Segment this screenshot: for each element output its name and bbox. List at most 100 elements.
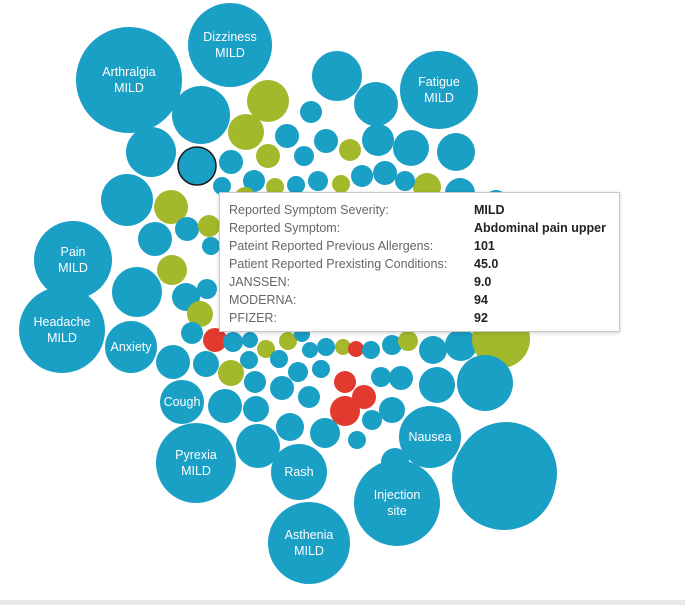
bubble-label: Pain <box>60 245 85 259</box>
bubble[interactable] <box>198 215 220 237</box>
bubble[interactable] <box>351 165 373 187</box>
bubble[interactable] <box>270 350 288 368</box>
bubble[interactable] <box>218 360 244 386</box>
bubble[interactable] <box>193 351 219 377</box>
bubble[interactable] <box>101 174 153 226</box>
bubble[interactable] <box>362 410 382 430</box>
bubble[interactable] <box>362 341 380 359</box>
bubble[interactable] <box>208 389 242 423</box>
bubble[interactable] <box>362 124 394 156</box>
bubble-label: site <box>387 504 407 518</box>
bubble-headache[interactable] <box>19 287 105 373</box>
bubble[interactable] <box>243 396 269 422</box>
bubble-label: MILD <box>215 46 245 60</box>
tooltip-value: 92 <box>474 311 488 325</box>
bottom-scrollbar-track <box>0 600 685 605</box>
bubble[interactable] <box>312 360 330 378</box>
bubble[interactable] <box>240 351 258 369</box>
bubble-label: Dizziness <box>203 30 257 44</box>
tooltip-row-janssen: JANSSEN: 9.0 <box>229 273 619 291</box>
symptom-tooltip: Reported Symptom Severity: MILD Reported… <box>219 192 620 332</box>
bubble[interactable] <box>379 397 405 423</box>
bubble[interactable] <box>276 413 304 441</box>
tooltip-row-allergens: Pateint Reported Previous Allergens: 101 <box>229 237 619 255</box>
bubble[interactable] <box>455 422 557 524</box>
bubble[interactable] <box>242 332 258 348</box>
bubble[interactable] <box>181 322 203 344</box>
bubble[interactable] <box>393 130 429 166</box>
bubble[interactable] <box>348 341 364 357</box>
bubble[interactable] <box>197 279 217 299</box>
bubble[interactable] <box>223 332 243 352</box>
bubble-label: MILD <box>294 544 324 558</box>
bubble[interactable] <box>312 51 362 101</box>
bubble-fatigue[interactable] <box>400 51 478 129</box>
bubble[interactable] <box>371 367 391 387</box>
bubble[interactable] <box>172 86 230 144</box>
bubble-label: Rash <box>284 465 313 479</box>
bubble[interactable] <box>202 237 220 255</box>
tooltip-label: MODERNA: <box>229 293 297 307</box>
bubble[interactable] <box>288 362 308 382</box>
bubble-label: Fatigue <box>418 75 460 89</box>
bubble-pain[interactable] <box>34 221 112 299</box>
bubble-dizziness[interactable] <box>188 3 272 87</box>
bubble[interactable] <box>419 367 455 403</box>
bubble[interactable] <box>445 329 477 361</box>
tooltip-label: Patient Reported Prexisting Conditions: <box>229 257 448 271</box>
bubble-asthenia[interactable] <box>268 502 350 584</box>
bubble[interactable] <box>156 345 190 379</box>
bubble[interactable] <box>339 139 361 161</box>
bubble-pyrexia[interactable] <box>156 423 236 503</box>
bubble-label: Pyrexia <box>175 448 217 462</box>
bubble[interactable] <box>300 101 322 123</box>
bubble[interactable] <box>275 124 299 148</box>
tooltip-label: Pateint Reported Previous Allergens: <box>229 239 434 253</box>
bubble[interactable] <box>457 355 513 411</box>
bubble[interactable] <box>126 127 176 177</box>
bubble[interactable] <box>419 336 447 364</box>
bubble[interactable] <box>236 424 280 468</box>
bubble[interactable] <box>398 331 418 351</box>
bubble[interactable] <box>437 133 475 171</box>
bubble[interactable] <box>310 418 340 448</box>
bubble[interactable] <box>270 376 294 400</box>
bubble[interactable] <box>308 171 328 191</box>
tooltip-label: PFIZER: <box>229 311 277 325</box>
tooltip-value: 45.0 <box>474 257 499 271</box>
bubble[interactable] <box>294 146 314 166</box>
bubble[interactable] <box>138 222 172 256</box>
bubble[interactable] <box>228 114 264 150</box>
bubble[interactable] <box>157 255 187 285</box>
tooltip-row-conditions: Patient Reported Prexisting Conditions: … <box>229 255 619 273</box>
bubble[interactable] <box>373 161 397 185</box>
tooltip-row-pfizer: PFIZER: 92 <box>229 309 619 327</box>
bubble[interactable] <box>389 366 413 390</box>
bubble-arthralgia[interactable] <box>76 27 182 133</box>
bubble[interactable] <box>244 371 266 393</box>
bubble[interactable] <box>332 175 350 193</box>
bubble[interactable] <box>112 267 162 317</box>
bubble[interactable] <box>395 171 415 191</box>
bubble-label: MILD <box>424 91 454 105</box>
bubble[interactable] <box>175 217 199 241</box>
bubble[interactable] <box>219 150 243 174</box>
bubble[interactable] <box>298 386 320 408</box>
bubble-label: MILD <box>181 464 211 478</box>
bubble[interactable] <box>381 448 409 476</box>
bubble[interactable] <box>334 371 356 393</box>
tooltip-row-symptom: Reported Symptom: Abdominal pain upper <box>229 219 619 237</box>
bubble[interactable] <box>348 431 366 449</box>
tooltip-value: Abdominal pain upper <box>474 221 606 235</box>
bubble-label: MILD <box>47 331 77 345</box>
bubble[interactable] <box>302 342 318 358</box>
bubble[interactable] <box>256 144 280 168</box>
bubble[interactable] <box>317 338 335 356</box>
tooltip-value: 101 <box>474 239 495 253</box>
bubble-selected[interactable] <box>177 146 217 186</box>
bubble-label: Cough <box>164 395 201 409</box>
bubble[interactable] <box>314 129 338 153</box>
bubble-label: Headache <box>34 315 91 329</box>
bubble[interactable] <box>354 82 398 126</box>
tooltip-label: JANSSEN: <box>229 275 291 289</box>
